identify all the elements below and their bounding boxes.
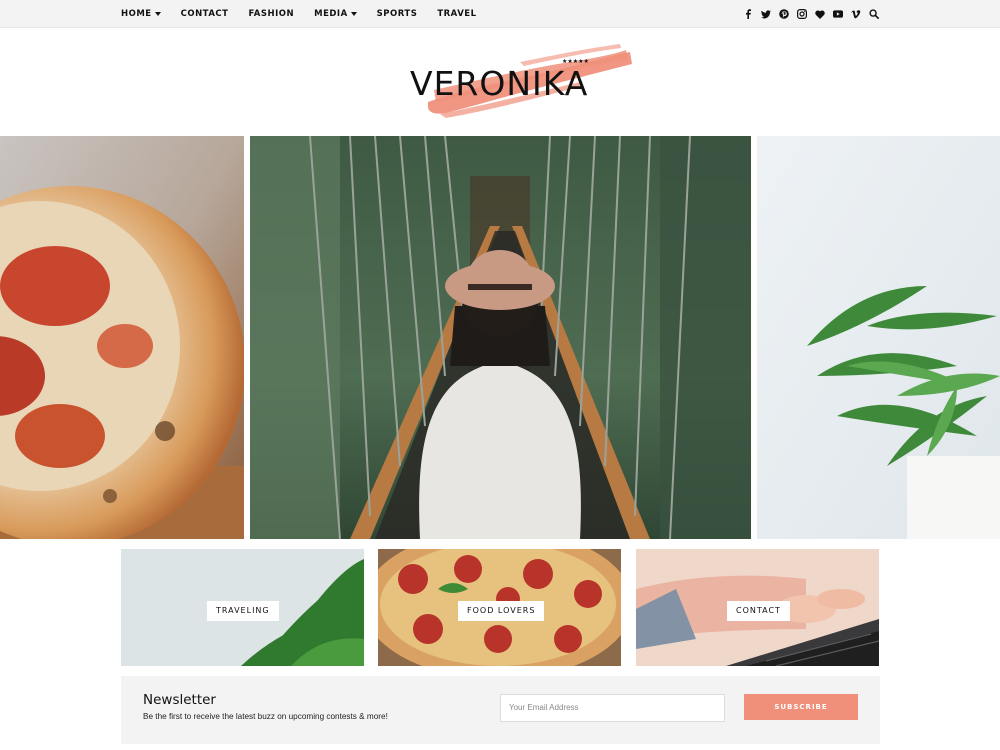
chevron-down-icon	[350, 12, 357, 16]
nav-item-label: TRAVEL	[437, 9, 477, 19]
search-icon[interactable]	[869, 9, 879, 19]
pinterest-icon[interactable]	[779, 9, 789, 19]
social-links	[743, 0, 879, 28]
nav-item-sports[interactable]: SPORTS	[377, 9, 418, 19]
hero-image-pizza[interactable]	[0, 136, 244, 539]
vimeo-icon[interactable]	[851, 9, 861, 19]
category-label-traveling[interactable]: TRAVELING	[207, 601, 279, 621]
nav-item-label: SPORTS	[376, 9, 418, 19]
nav-item-home[interactable]: HOME	[121, 9, 161, 19]
email-field[interactable]: Your Email Address	[500, 694, 725, 722]
nav-item-label: HOME	[121, 9, 152, 19]
instagram-icon[interactable]	[797, 9, 807, 19]
category-label-contact[interactable]: CONTACT	[727, 601, 790, 621]
nav-item-label: FASHION	[248, 9, 295, 19]
site-header: VERONIKA ★★★★★	[0, 28, 1000, 136]
nav-item-fashion[interactable]: FASHION	[248, 9, 294, 19]
newsletter-subtitle: Be the first to receive the latest buzz …	[143, 712, 388, 721]
category-tile-food-lovers[interactable]: FOOD LOVERS	[378, 549, 621, 666]
nav-item-media[interactable]: MEDIA	[314, 9, 357, 19]
category-tile-contact[interactable]: CONTACT	[636, 549, 879, 666]
logo-stars: ★★★★★	[562, 59, 589, 65]
chevron-down-icon	[154, 12, 161, 16]
newsletter-section: Newsletter Be the first to receive the l…	[121, 676, 880, 744]
nav-item-label: CONTACT	[180, 9, 229, 19]
site-logo[interactable]: VERONIKA	[410, 64, 588, 103]
category-tile-traveling[interactable]: TRAVELING	[121, 549, 364, 666]
youtube-icon[interactable]	[833, 9, 843, 19]
hero-image-plant[interactable]	[757, 136, 1000, 539]
facebook-icon[interactable]	[743, 9, 753, 19]
main-menu: HOME CONTACT FASHION MEDIA SPORTS TRAVEL	[121, 0, 497, 28]
heart-icon[interactable]	[815, 9, 825, 19]
hero-image-bridge[interactable]	[250, 136, 751, 539]
top-navigation-bar: HOME CONTACT FASHION MEDIA SPORTS TRAVEL	[0, 0, 1000, 28]
subscribe-button[interactable]: SUBSCRIBE	[744, 694, 858, 720]
newsletter-title: Newsletter	[143, 692, 216, 708]
nav-item-travel[interactable]: TRAVEL	[437, 9, 476, 19]
nav-item-contact[interactable]: CONTACT	[181, 9, 229, 19]
twitter-icon[interactable]	[761, 9, 771, 19]
nav-item-label: MEDIA	[314, 9, 348, 19]
category-label-food-lovers[interactable]: FOOD LOVERS	[458, 601, 545, 621]
